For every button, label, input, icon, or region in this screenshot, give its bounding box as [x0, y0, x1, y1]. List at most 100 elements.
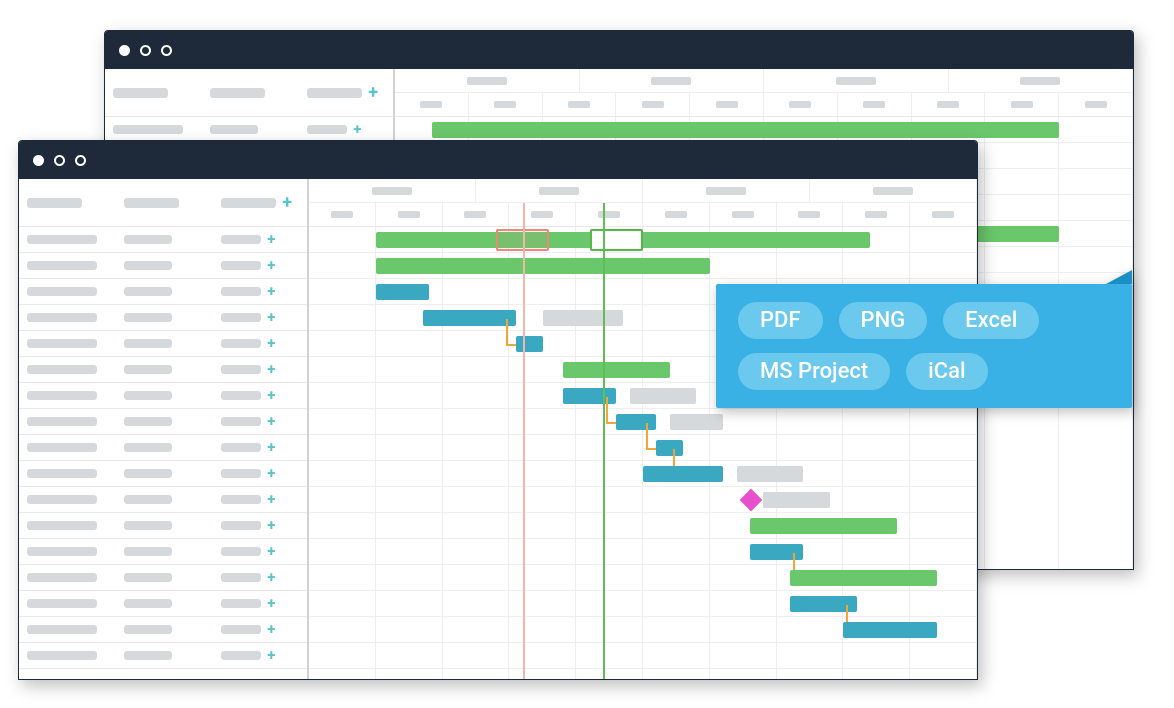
- add-subtask-icon[interactable]: +: [267, 232, 275, 247]
- window-control-max-icon[interactable]: [75, 155, 86, 166]
- task-row[interactable]: +: [19, 513, 307, 539]
- task-row[interactable]: +: [19, 253, 307, 279]
- gantt-bar[interactable]: [670, 414, 723, 430]
- window-control-max-icon[interactable]: [161, 45, 172, 56]
- export-ical-button[interactable]: iCal: [906, 353, 987, 390]
- task-row[interactable]: +: [19, 487, 307, 513]
- gantt-bar[interactable]: [616, 414, 656, 430]
- task-row[interactable]: +: [19, 643, 307, 669]
- add-subtask-icon[interactable]: +: [267, 518, 275, 533]
- timeline-unit-header: [643, 203, 710, 226]
- gantt-bar[interactable]: [763, 492, 830, 508]
- timeline-unit-header: [910, 203, 977, 226]
- gantt-row: [309, 513, 977, 539]
- gantt-bar[interactable]: [790, 570, 937, 586]
- gantt-bar[interactable]: [376, 284, 429, 300]
- task-row[interactable]: +: [19, 331, 307, 357]
- add-subtask-icon[interactable]: +: [267, 336, 275, 351]
- add-subtask-icon[interactable]: +: [267, 570, 275, 585]
- add-subtask-icon[interactable]: +: [267, 258, 275, 273]
- task-cell-placeholder: [221, 469, 261, 478]
- task-cell-placeholder: [221, 651, 261, 660]
- add-subtask-icon[interactable]: +: [353, 122, 361, 137]
- task-cell-placeholder: [27, 339, 97, 348]
- add-subtask-icon[interactable]: +: [267, 440, 275, 455]
- task-row[interactable]: +: [19, 461, 307, 487]
- timeline-unit-header: [985, 93, 1059, 116]
- task-row[interactable]: +: [19, 539, 307, 565]
- gantt-bar[interactable]: [643, 466, 723, 482]
- timeline-header: [309, 179, 977, 227]
- window-control-close-icon[interactable]: [33, 155, 44, 166]
- task-cell-placeholder: [27, 547, 97, 556]
- export-png-button[interactable]: PNG: [839, 302, 928, 339]
- export-pdf-button[interactable]: PDF: [738, 302, 823, 339]
- task-row[interactable]: +: [19, 227, 307, 253]
- task-cell-placeholder: [27, 651, 97, 660]
- task-row[interactable]: +: [19, 591, 307, 617]
- timeline-unit-header: [1059, 93, 1133, 116]
- add-subtask-icon[interactable]: +: [267, 492, 275, 507]
- task-list-pane: + + + + + + + + + + + + + + + + + +: [19, 179, 309, 679]
- add-subtask-icon[interactable]: +: [267, 596, 275, 611]
- window-control-min-icon[interactable]: [140, 45, 151, 56]
- task-row[interactable]: +: [19, 565, 307, 591]
- task-column-header-row: +: [105, 69, 393, 117]
- gantt-bar[interactable]: [516, 336, 543, 352]
- export-excel-button[interactable]: Excel: [943, 302, 1039, 339]
- add-column-icon[interactable]: +: [282, 194, 292, 212]
- gantt-row: [309, 461, 977, 487]
- task-cell-placeholder: [210, 125, 258, 134]
- gantt-bar[interactable]: [630, 388, 697, 404]
- add-subtask-icon[interactable]: +: [267, 648, 275, 663]
- timeline-unit-header: [690, 93, 764, 116]
- window-control-min-icon[interactable]: [54, 155, 65, 166]
- gantt-bar[interactable]: [790, 596, 857, 612]
- gantt-bar[interactable]: [656, 440, 683, 456]
- add-subtask-icon[interactable]: +: [267, 622, 275, 637]
- gantt-bar[interactable]: [563, 388, 616, 404]
- task-cell-placeholder: [124, 365, 172, 374]
- gantt-bar[interactable]: [563, 362, 670, 378]
- task-cell-placeholder: [124, 235, 172, 244]
- column-header-placeholder: [113, 88, 168, 98]
- gantt-row: [309, 565, 977, 591]
- gantt-bar[interactable]: [432, 122, 1059, 138]
- add-subtask-icon[interactable]: +: [267, 414, 275, 429]
- gantt-bar[interactable]: [750, 518, 897, 534]
- gantt-bar[interactable]: [543, 310, 623, 326]
- task-row[interactable]: +: [19, 409, 307, 435]
- window-control-close-icon[interactable]: [119, 45, 130, 56]
- add-subtask-icon[interactable]: +: [267, 362, 275, 377]
- task-row[interactable]: +: [19, 357, 307, 383]
- milestone-icon[interactable]: [740, 489, 763, 512]
- gantt-bar[interactable]: [737, 466, 804, 482]
- task-cell-placeholder: [124, 443, 172, 452]
- add-column-icon[interactable]: +: [368, 84, 378, 102]
- timeline-unit-header: [710, 203, 777, 226]
- add-subtask-icon[interactable]: +: [267, 544, 275, 559]
- gantt-bar[interactable]: [750, 544, 803, 560]
- add-subtask-icon[interactable]: +: [267, 388, 275, 403]
- export-popover: PDF PNG Excel MS Project iCal: [716, 284, 1132, 408]
- gantt-bar[interactable]: [376, 258, 710, 274]
- task-cell-placeholder: [27, 495, 97, 504]
- task-cell-placeholder: [221, 391, 261, 400]
- task-row[interactable]: +: [19, 279, 307, 305]
- task-row[interactable]: +: [19, 435, 307, 461]
- add-subtask-icon[interactable]: +: [267, 466, 275, 481]
- titlebar: [19, 141, 977, 179]
- task-row[interactable]: +: [19, 305, 307, 331]
- task-cell-placeholder: [221, 443, 261, 452]
- add-subtask-icon[interactable]: +: [267, 284, 275, 299]
- task-row[interactable]: +: [19, 617, 307, 643]
- timeline-pane[interactable]: [309, 179, 977, 679]
- timeline-unit-header: [443, 203, 510, 226]
- task-cell-placeholder: [124, 313, 172, 322]
- gantt-bar[interactable]: [843, 622, 937, 638]
- gantt-bar[interactable]: [423, 310, 517, 326]
- export-msproject-button[interactable]: MS Project: [738, 353, 890, 390]
- add-subtask-icon[interactable]: +: [267, 310, 275, 325]
- task-row[interactable]: +: [19, 383, 307, 409]
- task-cell-placeholder: [27, 599, 97, 608]
